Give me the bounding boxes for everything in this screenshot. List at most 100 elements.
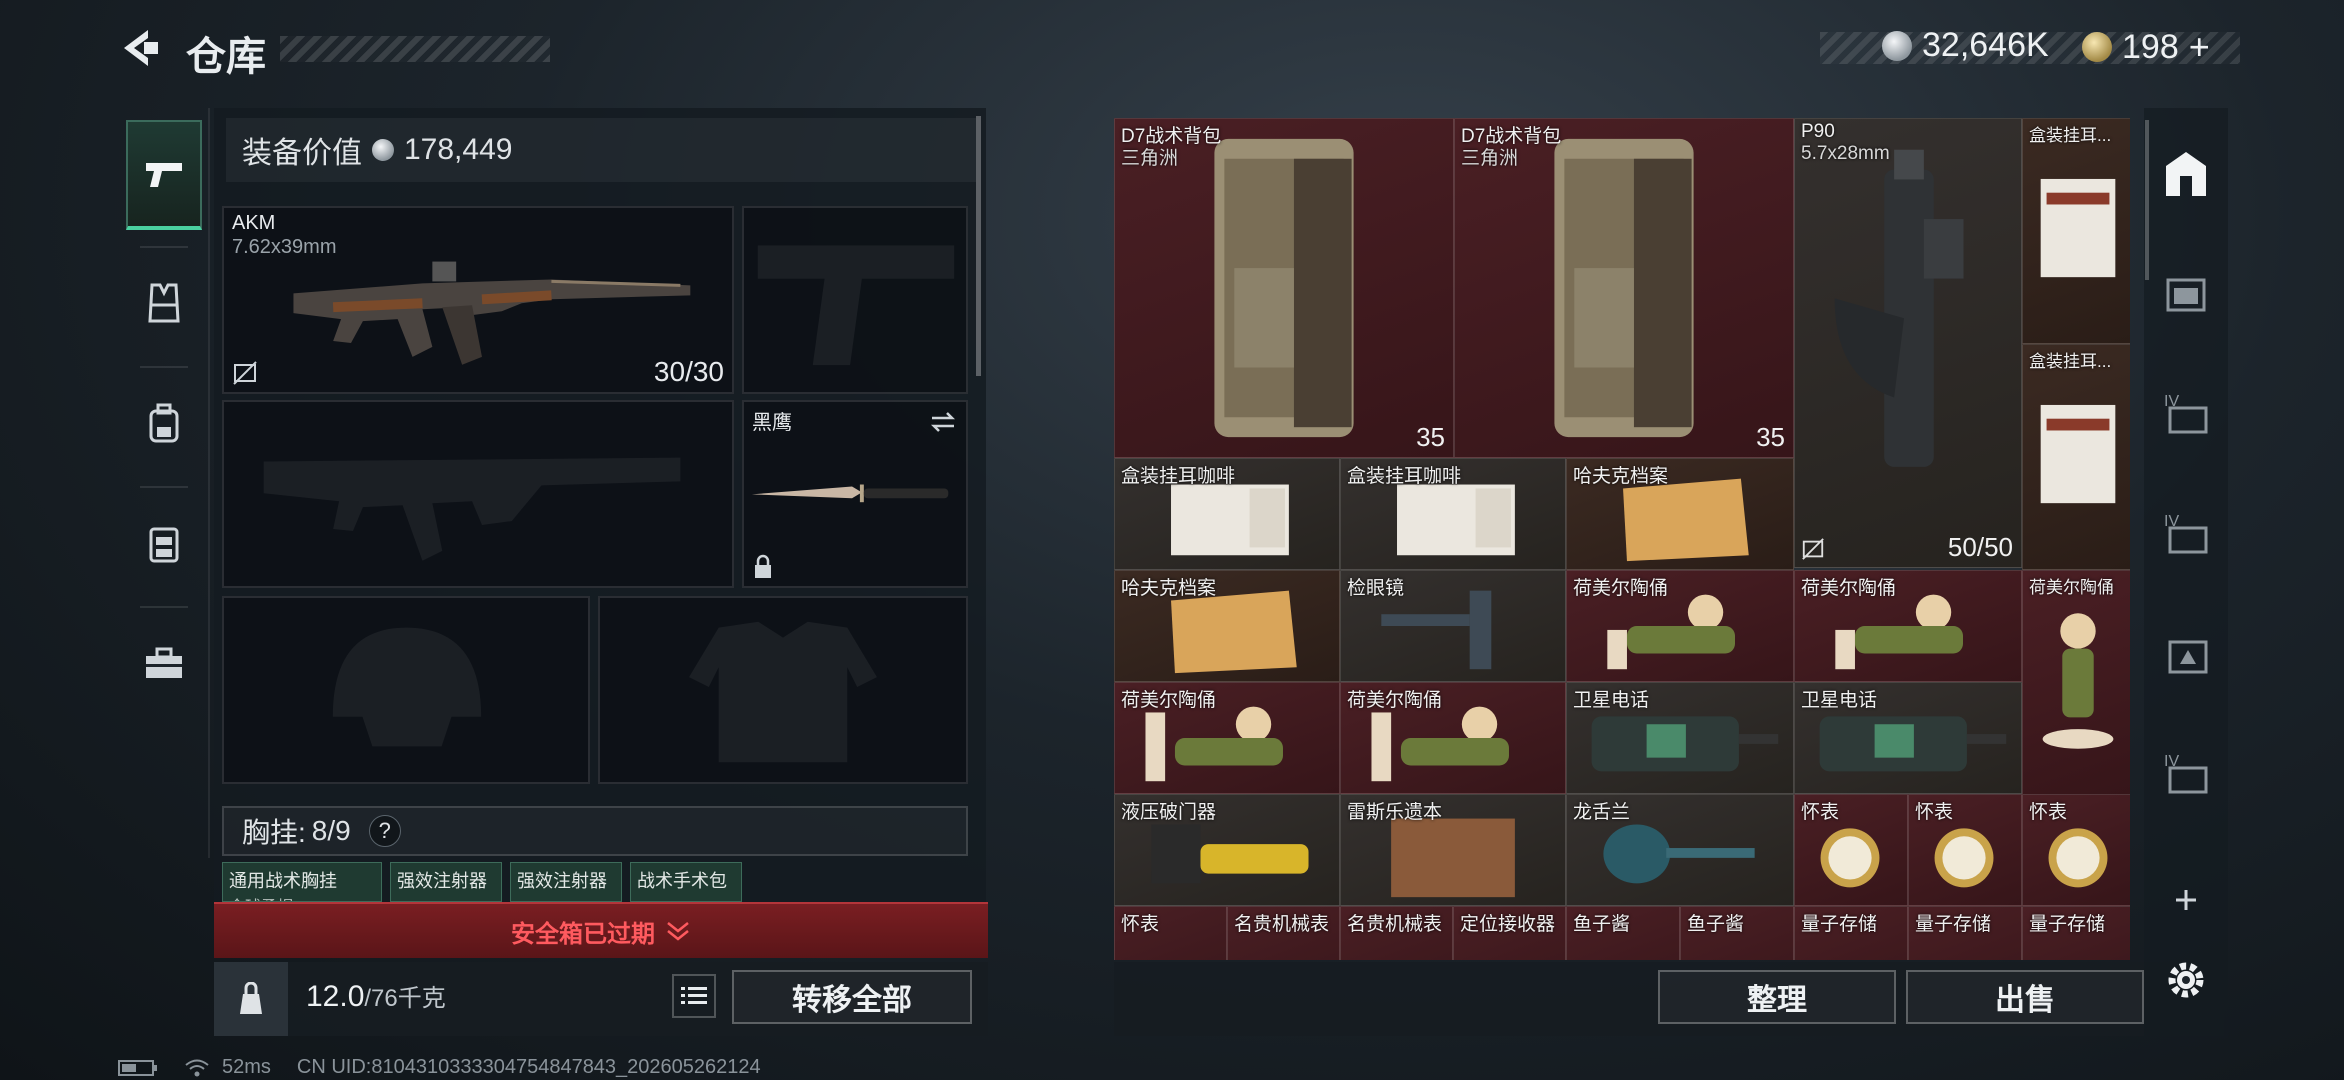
chest-item[interactable]: 通用战术胸挂 全球勇帽: [222, 862, 382, 902]
stash-item[interactable]: 盒装挂耳...: [2022, 118, 2130, 344]
stash-item[interactable]: 哈夫克档案: [1114, 570, 1340, 682]
swap-icon[interactable]: [928, 410, 958, 434]
category-storage-1[interactable]: IV: [2158, 386, 2214, 442]
stash-item[interactable]: 名贵机械表: [1227, 906, 1340, 960]
safe-box-text: 安全箱已过期: [511, 920, 655, 948]
add-currency-button[interactable]: +: [2189, 26, 2210, 68]
stash-item[interactable]: 名贵机械表: [1340, 906, 1453, 960]
stash-item[interactable]: 荷美尔陶俑: [1340, 682, 1566, 794]
item-name: 鱼子酱: [1687, 914, 1745, 935]
stash-item[interactable]: 盒装挂耳咖啡: [1114, 458, 1340, 570]
tab-case[interactable]: [126, 608, 202, 718]
stash-item[interactable]: 量子存储: [2022, 906, 2130, 960]
stash-item[interactable]: 检眼镜: [1340, 570, 1566, 682]
chest-item-label: 通用战术胸挂: [229, 871, 337, 891]
stash-item[interactable]: 卫星电话: [1794, 682, 2022, 794]
stash-item[interactable]: P90 5.7x28mm 50/50: [1794, 118, 2022, 568]
item-count: 50/50: [1947, 532, 2013, 562]
stash-item[interactable]: 荷美尔陶俑: [1566, 570, 1794, 682]
item-count: 35: [1416, 422, 1445, 452]
sort-button[interactable]: 整理: [1658, 970, 1896, 1024]
safe-box-expired-banner[interactable]: 安全箱已过期: [214, 902, 988, 958]
stash-item[interactable]: 怀表: [1794, 794, 1908, 906]
tab-backpack[interactable]: [126, 368, 202, 478]
back-button[interactable]: [118, 26, 162, 70]
stash-item[interactable]: D7战术背包 三角洲 35: [1454, 118, 1794, 458]
stash-item[interactable]: 怀表: [2022, 794, 2130, 906]
category-folder[interactable]: [2158, 266, 2214, 322]
secondary-weapon-slot[interactable]: [222, 400, 734, 588]
armor-slot[interactable]: [598, 596, 968, 784]
stash-item[interactable]: 量子存储: [1794, 906, 1908, 960]
pistol-slot[interactable]: [742, 206, 968, 394]
level-iv-icon: IV: [2164, 393, 2208, 434]
stash-item[interactable]: 液压破门器: [1114, 794, 1340, 906]
tab-armor[interactable]: [126, 248, 202, 358]
item-name: 名贵机械表: [1347, 914, 1443, 935]
help-icon[interactable]: ?: [368, 815, 401, 847]
loadout-scrollbar[interactable]: [976, 116, 981, 376]
tab-weapons[interactable]: [126, 120, 202, 230]
helmet-slot[interactable]: [222, 596, 590, 784]
stash-category-bar: IV IV IV: [2144, 108, 2228, 1038]
chest-item-label: 战术手术包: [637, 871, 727, 891]
helmet-placeholder-icon: [332, 627, 482, 747]
silver-coin-icon: [372, 139, 394, 161]
equipment-tab-bar: [118, 108, 210, 858]
stash-scrollbar[interactable]: [2145, 120, 2149, 280]
stash-item[interactable]: 荷美尔陶俑: [2022, 570, 2130, 796]
stash-item[interactable]: 卫星电话: [1566, 682, 1794, 794]
item-name: 雷斯乐遗本: [1347, 802, 1443, 823]
gold-coin-icon: [2082, 32, 2112, 62]
chest-item[interactable]: 强效注射器: [510, 862, 622, 902]
category-storage-4[interactable]: IV: [2158, 746, 2214, 802]
stash-item[interactable]: 鱼子酱: [1680, 906, 1794, 960]
item-name: 龙舌兰: [1573, 802, 1631, 823]
lock-icon: [755, 554, 771, 578]
item-name: 盒装挂耳咖啡: [1121, 466, 1236, 487]
category-storage-3[interactable]: [2158, 626, 2214, 682]
stash-item[interactable]: 盒装挂耳咖啡: [1340, 458, 1566, 570]
wifi-icon: [185, 1059, 209, 1076]
stash-item[interactable]: 盒装挂耳...: [2022, 344, 2130, 570]
stash-grid: D7战术背包 三角洲 35 D7战术背包 三角洲 35 P90 5.7x28mm: [1114, 118, 2130, 960]
stash-item[interactable]: 定位接收器: [1453, 906, 1566, 960]
category-storage-2[interactable]: IV: [2158, 506, 2214, 562]
item-name: 荷美尔陶俑: [2029, 578, 2114, 597]
stash-item[interactable]: 龙舌兰: [1566, 794, 1794, 906]
armor-vest-icon: [148, 283, 180, 323]
stash-item[interactable]: D7战术背包 三角洲 35: [1114, 118, 1454, 458]
user-uid: CN UID:8104310333304754847843_2026052621…: [296, 1056, 761, 1078]
stash-item[interactable]: 怀表: [1114, 906, 1227, 960]
melee-slot[interactable]: 黑鹰: [742, 400, 968, 588]
chest-item-label: 强效注射器: [517, 871, 607, 891]
silver-currency[interactable]: 32,646K: [1882, 26, 2049, 65]
chest-item[interactable]: 强效注射器: [390, 862, 502, 902]
back-arrow-icon: [124, 30, 158, 66]
add-category-button[interactable]: [2158, 872, 2214, 928]
stash-item[interactable]: 荷美尔陶俑: [1114, 682, 1340, 794]
chevron-down-icon: [667, 922, 689, 941]
settings-icon: [2168, 962, 2204, 998]
settings-button[interactable]: [2158, 952, 2214, 1008]
category-safe-house[interactable]: [2158, 146, 2214, 202]
chest-rig-bar[interactable]: 胸挂: 8/9 ?: [222, 806, 968, 856]
item-name: 鱼子酱: [1573, 914, 1631, 935]
transfer-all-button[interactable]: 转移全部: [732, 970, 972, 1024]
sell-button[interactable]: 出售: [1906, 970, 2144, 1024]
stash-item[interactable]: 哈夫克档案: [1566, 458, 1794, 570]
stash-item[interactable]: 鱼子酱: [1566, 906, 1680, 960]
stash-item[interactable]: 雷斯乐遗本: [1340, 794, 1566, 906]
gold-currency[interactable]: 198 +: [2082, 26, 2210, 68]
item-name: 哈夫克档案: [1573, 466, 1669, 487]
tab-chest-rig[interactable]: [126, 488, 202, 598]
melee-name: 黑鹰: [752, 412, 792, 434]
list-view-button[interactable]: [672, 974, 716, 1018]
stash-item[interactable]: 荷美尔陶俑: [1794, 570, 2022, 682]
stash-item[interactable]: 怀表: [1908, 794, 2022, 906]
chest-item[interactable]: 战术手术包: [630, 862, 742, 902]
item-name: 检眼镜: [1347, 578, 1405, 599]
item-name: 卫星电话: [1573, 690, 1650, 711]
primary-weapon-slot[interactable]: AKM 7.62x39mm 30/30: [222, 206, 734, 394]
stash-item[interactable]: 量子存储: [1908, 906, 2022, 960]
